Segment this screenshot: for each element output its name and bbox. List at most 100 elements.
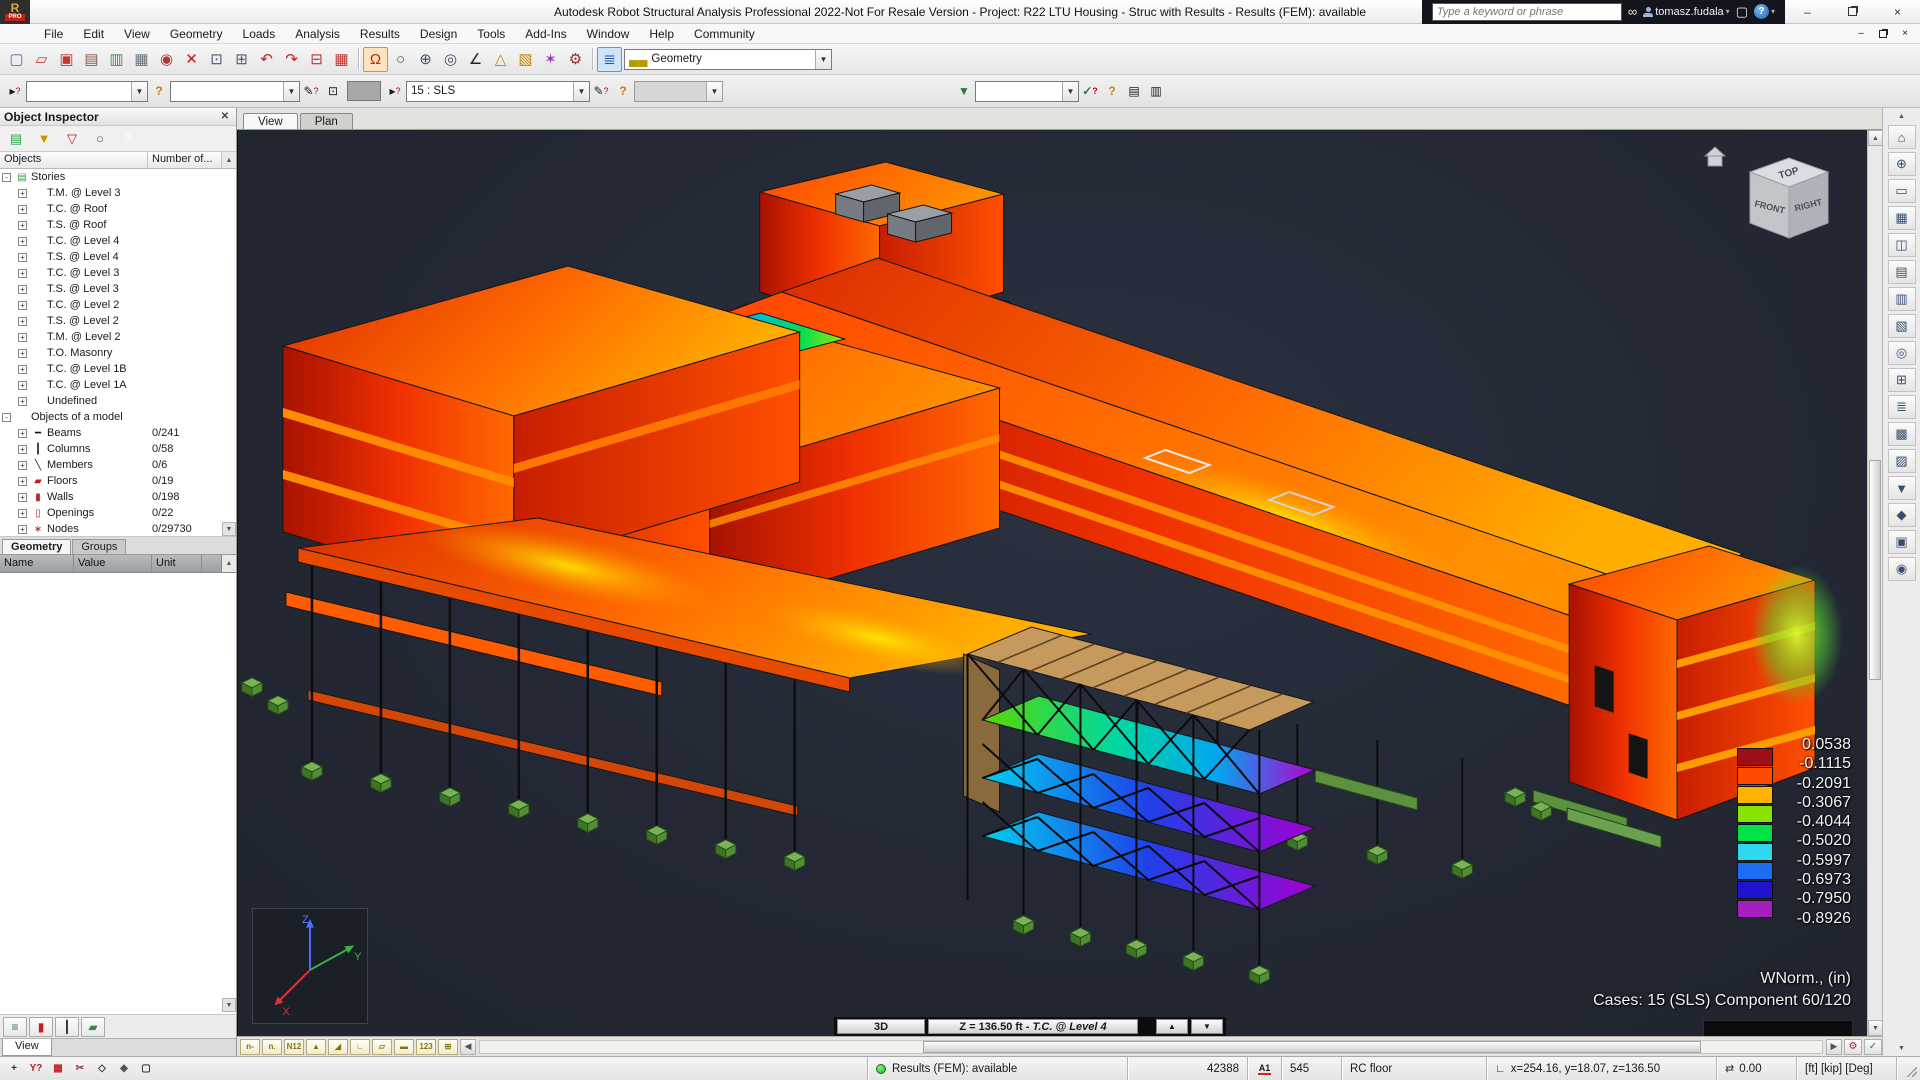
lock-results-icon[interactable]: Ω [363, 47, 388, 72]
snap-values-icon[interactable]: 123 [416, 1039, 436, 1055]
filter-icon[interactable]: ▼ [34, 129, 54, 149]
units-field[interactable]: [ft] [kip] [Deg] [1796, 1057, 1896, 1080]
name-column-header[interactable]: Name [0, 555, 74, 572]
capture-icon[interactable]: ◉ [1888, 557, 1916, 581]
calculations-icon[interactable]: ⊟ [304, 47, 329, 72]
grid-display-icon[interactable]: ▨ [1888, 449, 1916, 473]
horizontal-scroll-thumb[interactable] [923, 1041, 1701, 1053]
tree-expander[interactable]: + [18, 221, 27, 230]
unit-column-header[interactable]: Unit [152, 555, 202, 572]
tree-expander[interactable]: + [18, 349, 27, 358]
resize-grip[interactable] [1896, 1057, 1920, 1080]
node-selection-combo[interactable]: ▼ [170, 81, 300, 102]
snap-bars-icon[interactable]: ▬ [394, 1039, 414, 1055]
select-nodes-help-icon[interactable]: ? [148, 80, 170, 102]
measure-icon[interactable]: ∠ [463, 47, 488, 72]
tree-row[interactable]: + ▮ Walls 0/198 [0, 489, 236, 505]
menu-item[interactable]: Community [684, 25, 765, 43]
tree-expander[interactable]: + [18, 237, 27, 246]
tree-expander[interactable]: + [18, 253, 27, 262]
tree-row[interactable]: + ▰ Floors 0/19 [0, 473, 236, 489]
view-manager-button[interactable]: ≣ [597, 47, 622, 72]
attributes-icon[interactable]: ◆ [1888, 503, 1916, 527]
tree-row[interactable]: + ╲ Members 0/6 [0, 457, 236, 473]
braced-rainbow-section[interactable] [964, 627, 1316, 984]
snap-floors-icon[interactable]: ▱ [372, 1039, 392, 1055]
tree-expander[interactable]: + [18, 429, 27, 438]
user-menu[interactable]: tomasz.fudala▾ [1643, 6, 1730, 18]
section-definition-icon[interactable]: ▧ [513, 47, 538, 72]
tables-icon[interactable]: ⊞ [1888, 368, 1916, 392]
close-button[interactable]: × [1875, 0, 1920, 24]
calculation-report-icon[interactable]: ▦ [329, 47, 354, 72]
mdi-close-button[interactable]: × [1896, 26, 1914, 41]
tree-row[interactable]: + T.S. @ Level 4 [0, 249, 236, 265]
load-case-selector[interactable]: 15 : SLS▼ [406, 81, 590, 102]
filter-remove-icon[interactable]: ▽ [62, 129, 82, 149]
box-wire-icon[interactable]: ◇ [92, 1060, 112, 1078]
menu-item[interactable]: Analysis [285, 25, 350, 43]
floors-tab-icon[interactable]: ▰ [81, 1017, 105, 1037]
tree-expander[interactable]: + [18, 381, 27, 390]
bar-selection-combo[interactable]: ▼ [26, 81, 148, 102]
delete-icon[interactable]: ✕ [179, 47, 204, 72]
preferences-icon[interactable]: ⚙ [563, 47, 588, 72]
view-layout-tab[interactable]: View [2, 1039, 52, 1056]
mdi-restore-button[interactable] [1874, 26, 1892, 41]
box-open-icon[interactable]: ▢ [136, 1060, 156, 1078]
tree-expander[interactable]: + [18, 525, 27, 534]
tree-row[interactable]: + ┃ Columns 0/58 [0, 441, 236, 457]
tree-row[interactable]: + T.C. @ Roof [0, 201, 236, 217]
tree-expander[interactable]: + [18, 301, 27, 310]
level-down-button[interactable]: ▼ [1191, 1019, 1223, 1034]
rail-scroll-up-icon[interactable]: ▲ [1888, 110, 1916, 122]
snap-grid-icon[interactable]: ⊞ [438, 1039, 458, 1055]
horizontal-scrollbar[interactable] [479, 1040, 1823, 1054]
result-filter-icon[interactable]: ▼ [953, 80, 975, 102]
page-setup-icon[interactable]: ▦ [129, 47, 154, 72]
vertical-scrollbar[interactable]: ▲ ▼ [1867, 130, 1882, 1036]
level-button[interactable]: Z = 136.50 ft - T.C. @ Level 4 [928, 1019, 1138, 1034]
tree-row[interactable]: + T.M. @ Level 3 [0, 185, 236, 201]
tab-view[interactable]: View [243, 113, 298, 129]
view-mode-button[interactable]: 3D [837, 1019, 925, 1034]
scroll-right-button[interactable]: ▶ [1826, 1039, 1842, 1055]
tree-expander[interactable]: + [18, 317, 27, 326]
zoom-window-icon[interactable]: ⊕ [1888, 152, 1916, 176]
property-grid[interactable]: ▼ [0, 573, 236, 1014]
tree-expander[interactable]: + [18, 285, 27, 294]
legend-settings-icon[interactable]: ▣ [1888, 530, 1916, 554]
print-preview-icon[interactable]: ▥ [104, 47, 129, 72]
case-edit-icon[interactable]: ✎? [590, 80, 612, 102]
display-options-icon[interactable]: ⚙ [1844, 1039, 1862, 1055]
minimize-button[interactable]: – [1785, 0, 1830, 24]
stories-mode-icon[interactable]: ▤ [6, 129, 26, 149]
tree-expander[interactable]: + [18, 397, 27, 406]
search-icon[interactable]: ○ [90, 129, 110, 149]
tree-expander[interactable]: - [2, 173, 11, 182]
vertical-scroll-thumb[interactable] [1869, 460, 1881, 680]
apply-display-icon[interactable]: ✓ [1864, 1039, 1882, 1055]
tab-plan[interactable]: Plan [300, 113, 353, 129]
open-project-icon[interactable]: ▱ [29, 47, 54, 72]
tree-row[interactable]: + T.C. @ Level 3 [0, 265, 236, 281]
value-column-header[interactable]: Value [74, 555, 152, 572]
snap-bar-ends-icon[interactable]: n- [240, 1039, 260, 1055]
filter-help-icon[interactable]: ? [1101, 80, 1123, 102]
tree-expander[interactable]: + [18, 189, 27, 198]
zoom-icon[interactable]: ○ [388, 47, 413, 72]
search-input[interactable] [1432, 3, 1622, 21]
menu-item[interactable]: View [114, 25, 160, 43]
tree-row[interactable]: + T.C. @ Level 1B [0, 361, 236, 377]
zoom-in-out-icon[interactable]: ◎ [438, 47, 463, 72]
case-select-icon[interactable]: ▸? [384, 80, 406, 102]
number-column-header[interactable]: Number of... [148, 152, 221, 168]
tree-row[interactable]: + T.M. @ Level 2 [0, 329, 236, 345]
tree-expander[interactable]: + [18, 365, 27, 374]
object-filter-icon[interactable]: ▼ [1888, 476, 1916, 500]
redo-icon[interactable]: ↷ [279, 47, 304, 72]
case-help-icon[interactable]: ? [612, 80, 634, 102]
select-bars-icon[interactable]: ▸? [4, 80, 26, 102]
tree-expander[interactable]: + [18, 509, 27, 518]
table-layout-button-2[interactable]: ▥ [1145, 80, 1167, 102]
